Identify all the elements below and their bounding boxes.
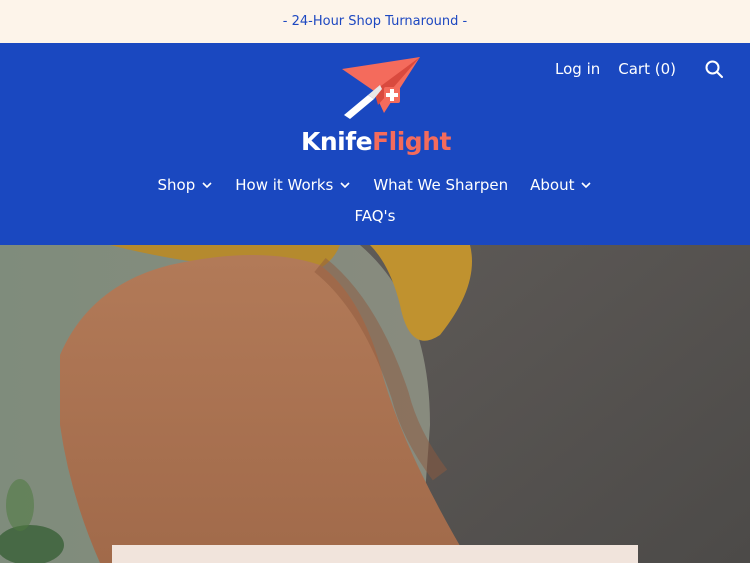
chevron-down-icon bbox=[340, 182, 350, 189]
announcement-text: - 24-Hour Shop Turnaround - bbox=[282, 14, 468, 29]
logo[interactable]: KnifeFlight bbox=[296, 55, 456, 163]
brand-name-part2: Flight bbox=[372, 127, 451, 156]
login-link[interactable]: Log in bbox=[555, 60, 600, 78]
nav-item-how-it-works[interactable]: How it Works bbox=[235, 176, 351, 194]
knife-plane-logo-icon bbox=[342, 57, 420, 119]
search-icon[interactable] bbox=[704, 59, 724, 79]
brand-name: KnifeFlight bbox=[296, 127, 456, 156]
nav-item-faqs[interactable]: FAQ's bbox=[355, 207, 396, 225]
brand-name-part1: Knife bbox=[301, 127, 373, 156]
announcement-bar: - 24-Hour Shop Turnaround - bbox=[0, 0, 750, 43]
hero-content-card bbox=[112, 545, 638, 563]
nav-item-about[interactable]: About bbox=[530, 176, 592, 194]
chevron-down-icon bbox=[202, 182, 212, 189]
nav-item-what-we-sharpen[interactable]: What We Sharpen bbox=[373, 176, 508, 194]
cart-link[interactable]: Cart (0) bbox=[618, 60, 676, 78]
nav-row-2: FAQ's bbox=[0, 207, 750, 225]
site-header: KnifeFlight Log in Cart (0) Shop How it … bbox=[0, 43, 750, 245]
nav-item-label: About bbox=[530, 176, 575, 194]
nav-item-shop[interactable]: Shop bbox=[158, 176, 214, 194]
chevron-down-icon bbox=[581, 182, 592, 189]
header-actions: Log in Cart (0) bbox=[555, 59, 724, 79]
nav-item-label: How it Works bbox=[235, 176, 334, 194]
nav-item-label: Shop bbox=[157, 176, 196, 194]
main-nav: Shop How it Works What We Sharpen About bbox=[0, 176, 750, 194]
hero-photo bbox=[0, 245, 750, 563]
hero-image bbox=[0, 245, 750, 563]
nav-item-label: What We Sharpen bbox=[373, 176, 509, 194]
